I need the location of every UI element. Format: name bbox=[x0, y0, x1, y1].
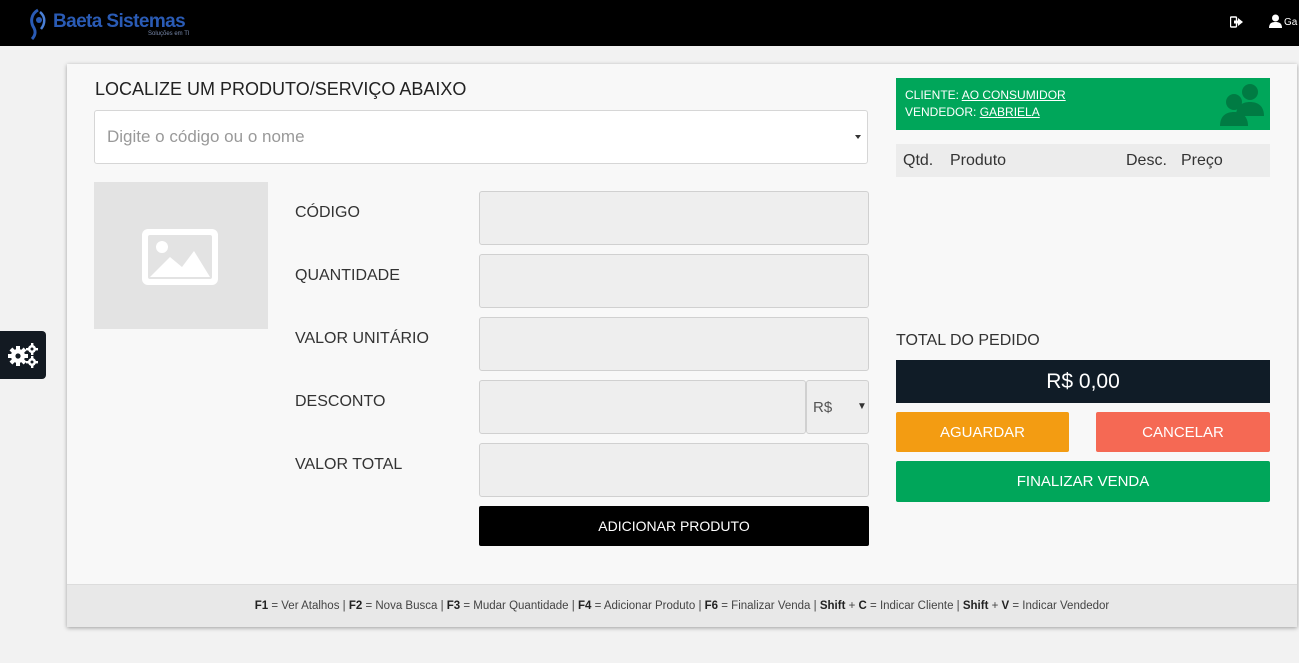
search-title: LOCALIZE UM PRODUTO/SERVIÇO ABAIXO bbox=[95, 79, 467, 99]
shortcut-desc: = Indicar Vendedor bbox=[1009, 600, 1110, 612]
cancel-button[interactable]: CANCELAR bbox=[1096, 412, 1270, 452]
product-image-placeholder bbox=[94, 182, 268, 329]
chevron-down-icon[interactable] bbox=[855, 135, 861, 139]
valor-total-label: VALOR TOTAL bbox=[295, 456, 403, 473]
valor-total-input[interactable] bbox=[479, 443, 869, 497]
settings-side-tab[interactable] bbox=[0, 331, 46, 379]
shortcut-key: F2 bbox=[348, 600, 363, 612]
column-header-produto: Produto bbox=[950, 152, 1007, 169]
brand-tagline: Soluções em TI bbox=[148, 31, 190, 37]
quantidade-label: QUANTIDADE bbox=[295, 267, 400, 284]
shortcut-key: Shift bbox=[819, 600, 846, 612]
pos-panel: LOCALIZE UM PRODUTO/SERVIÇO ABAIXO CÓDIG… bbox=[67, 64, 1297, 627]
shortcut-desc: = Finalizar Venda bbox=[718, 600, 811, 612]
items-table-header: Qtd. Produto Desc. Preço bbox=[896, 144, 1270, 177]
gears-icon bbox=[8, 343, 38, 368]
shortcut-desc: = Mudar Quantidade bbox=[460, 600, 569, 612]
client-label: CLIENTE: bbox=[905, 88, 960, 102]
shortcut-separator: | bbox=[810, 600, 820, 612]
product-search-select[interactable] bbox=[94, 110, 868, 164]
shortcut-key: F3 bbox=[446, 600, 461, 612]
shortcut-key: F4 bbox=[577, 600, 592, 612]
shortcut-item: Shift + C = Indicar Cliente bbox=[820, 600, 954, 612]
shortcut-separator: | bbox=[695, 600, 705, 612]
add-product-button[interactable]: ADICIONAR PRODUTO bbox=[479, 506, 869, 546]
seller-label: VENDEDOR: bbox=[905, 105, 977, 119]
seller-line: VENDEDOR: GABRIELA bbox=[905, 105, 1040, 119]
client-link[interactable]: AO CONSUMIDOR bbox=[962, 88, 1066, 102]
top-navbar: Baeta Sistemas Soluções em TI Ga bbox=[0, 0, 1299, 46]
shortcut-key: F6 bbox=[704, 600, 719, 612]
shortcut-separator: | bbox=[339, 600, 349, 612]
seller-link[interactable]: GABRIELA bbox=[980, 105, 1040, 119]
wait-button[interactable]: AGUARDAR bbox=[896, 412, 1069, 452]
image-placeholder-icon bbox=[142, 229, 218, 285]
column-header-qtd: Qtd. bbox=[903, 152, 934, 169]
shortcut-item: F1 = Ver Atalhos bbox=[255, 600, 340, 612]
caret-down-icon: ▼ bbox=[857, 401, 867, 412]
user-icon[interactable] bbox=[1269, 14, 1282, 28]
client-line: CLIENTE: AO CONSUMIDOR bbox=[905, 88, 1066, 102]
order-total-value: R$ 0,00 bbox=[896, 360, 1270, 403]
shortcut-key: Shift bbox=[962, 600, 989, 612]
shortcut-separator: | bbox=[953, 600, 963, 612]
finish-sale-button[interactable]: FINALIZAR VENDA bbox=[896, 461, 1270, 502]
brand-name: Baeta Sistemas bbox=[53, 11, 186, 32]
shortcut-separator: | bbox=[568, 600, 578, 612]
shortcut-desc: = Nova Busca bbox=[362, 600, 438, 612]
user-name[interactable]: Ga bbox=[1284, 17, 1297, 28]
valor-unitario-label: VALOR UNITÁRIO bbox=[295, 330, 429, 347]
shortcut-desc: = Indicar Cliente bbox=[866, 600, 954, 612]
client-info-box: CLIENTE: AO CONSUMIDOR VENDEDOR: GABRIEL… bbox=[896, 78, 1270, 130]
shortcut-item: F4 = Adicionar Produto bbox=[578, 600, 695, 612]
shortcut-key: C bbox=[858, 600, 867, 612]
shortcut-desc: + bbox=[845, 600, 859, 612]
logout-icon[interactable] bbox=[1230, 16, 1243, 28]
desconto-currency-select[interactable]: R$ ▼ bbox=[806, 380, 869, 434]
shortcut-key: F1 bbox=[254, 600, 269, 612]
shortcut-item: F2 = Nova Busca bbox=[349, 600, 438, 612]
codigo-input[interactable] bbox=[479, 191, 869, 245]
shortcut-item: F6 = Finalizar Venda bbox=[705, 600, 811, 612]
order-total-label: TOTAL DO PEDIDO bbox=[896, 332, 1040, 349]
quantidade-input[interactable] bbox=[479, 254, 869, 308]
column-header-desc: Desc. bbox=[1126, 152, 1167, 169]
shortcut-desc: = Adicionar Produto bbox=[591, 600, 696, 612]
product-search-input[interactable] bbox=[95, 111, 835, 163]
codigo-label: CÓDIGO bbox=[295, 204, 360, 221]
column-header-preco: Preço bbox=[1181, 152, 1223, 169]
shortcut-help-bar: F1 = Ver Atalhos | F2 = Nova Busca | F3 … bbox=[67, 584, 1297, 627]
shortcut-item: Shift + V = Indicar Vendedor bbox=[963, 600, 1109, 612]
brand-logo-mark-icon bbox=[30, 8, 46, 40]
desconto-currency-value: R$ bbox=[813, 399, 833, 416]
shortcut-desc: = Ver Atalhos bbox=[268, 600, 340, 612]
shortcut-separator: | bbox=[437, 600, 447, 612]
desconto-label: DESCONTO bbox=[295, 393, 386, 410]
shortcut-desc: + bbox=[988, 600, 1002, 612]
users-icon bbox=[1220, 84, 1264, 126]
shortcut-item: F3 = Mudar Quantidade bbox=[447, 600, 569, 612]
desconto-input[interactable] bbox=[479, 380, 806, 434]
valor-unitario-input[interactable] bbox=[479, 317, 869, 371]
